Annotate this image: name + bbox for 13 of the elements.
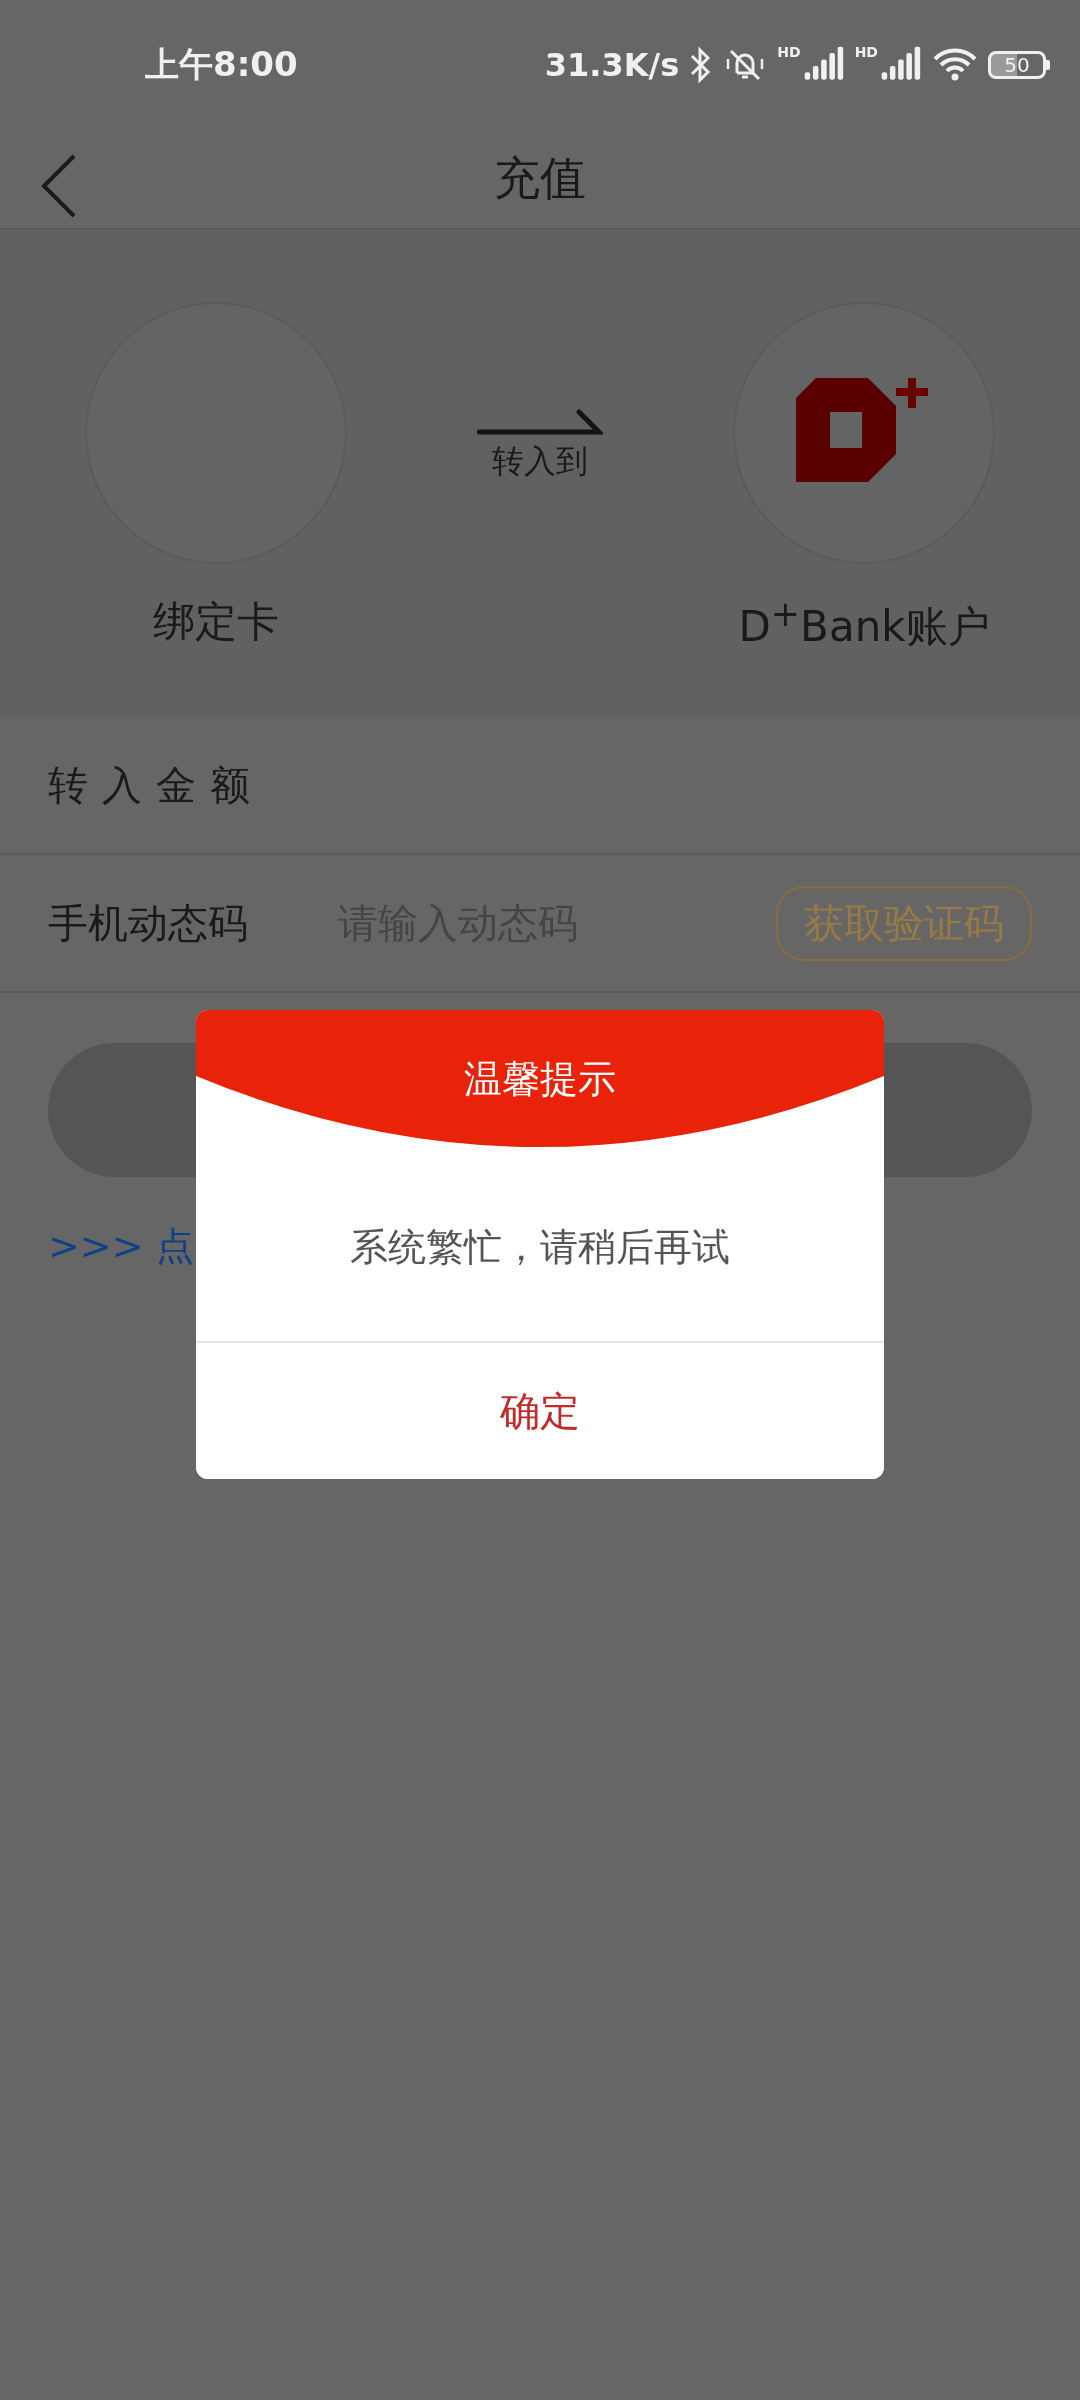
source-label: 绑定卡 xyxy=(153,596,279,648)
dialog-message: 系统繁忙，请稍后再试 xyxy=(350,1224,730,1271)
dialog-title: 温馨提示 xyxy=(464,1056,616,1103)
help-link[interactable]: >>> 点 xyxy=(48,1221,194,1272)
code-label: 手机动态码 xyxy=(48,898,248,948)
amount-label: 转入金额 xyxy=(48,760,264,810)
arrow-label: 转入到 xyxy=(492,441,588,482)
status-time: 上午8:00 xyxy=(145,43,298,86)
signal-label: HD xyxy=(854,45,878,59)
page-title: 充值 xyxy=(494,150,586,207)
signal-label: HD xyxy=(777,45,801,59)
target-label: D$^{+}$Bank账户 xyxy=(738,594,990,653)
network-speed: 31.3K/s xyxy=(544,46,680,84)
